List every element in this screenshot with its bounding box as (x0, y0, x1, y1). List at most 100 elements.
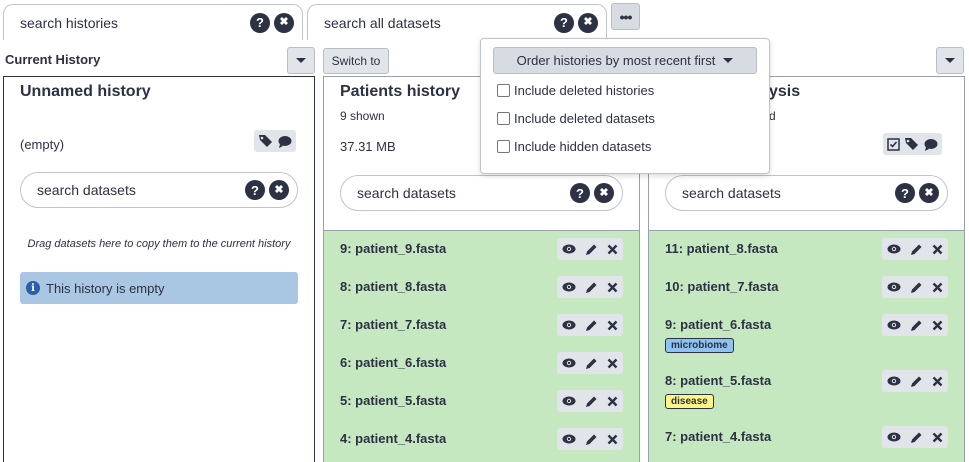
include-hidden-datasets-option[interactable]: Include hidden datasets (497, 139, 651, 154)
more-options-button[interactable]: ••• (611, 3, 640, 30)
tags-icon[interactable] (258, 134, 274, 148)
delete-icon[interactable] (932, 376, 943, 387)
history-title[interactable]: Patients history (340, 83, 460, 101)
pencil-icon[interactable] (585, 243, 598, 256)
delete-icon[interactable] (607, 320, 618, 331)
dataset-name[interactable]: 4: patient_4.fasta (340, 431, 446, 446)
delete-icon[interactable] (607, 244, 618, 255)
delete-icon[interactable] (932, 282, 943, 293)
dataset-name[interactable]: 9: patient_9.fasta (340, 241, 446, 256)
clear-icon[interactable]: ✖ (594, 183, 614, 203)
delete-icon[interactable] (607, 396, 618, 407)
dataset-item[interactable]: 6: patient_6.fasta (324, 345, 639, 383)
pencil-icon[interactable] (910, 319, 923, 332)
help-icon[interactable]: ? (250, 12, 270, 33)
dataset-search-input[interactable]: search datasets (682, 185, 891, 201)
eye-icon[interactable] (887, 432, 901, 442)
pencil-icon[interactable] (910, 431, 923, 444)
pencil-icon[interactable] (910, 243, 923, 256)
dataset-actions (557, 428, 623, 450)
dataset-search-field[interactable]: search datasets ? ✖ (20, 172, 298, 208)
dataset-name[interactable]: 11: patient_8.fasta (665, 241, 778, 256)
delete-icon[interactable] (932, 244, 943, 255)
clear-icon[interactable]: ✖ (274, 12, 294, 33)
dataset-name[interactable]: 5: patient_5.fasta (340, 393, 446, 408)
dataset-item[interactable]: 8: patient_8.fasta (324, 269, 639, 307)
eye-icon[interactable] (887, 282, 901, 292)
switch-to-button[interactable]: Switch to (323, 48, 389, 74)
dataset-name[interactable]: 10: patient_7.fasta (665, 279, 778, 294)
checkbox[interactable] (497, 140, 510, 153)
include-deleted-histories-option[interactable]: Include deleted histories (497, 83, 654, 98)
eye-icon[interactable] (562, 434, 576, 444)
history-search-field[interactable]: search histories ? ✖ (3, 4, 303, 40)
eye-icon[interactable] (562, 358, 576, 368)
pencil-icon[interactable] (585, 433, 598, 446)
history-title[interactable]: ysis (769, 83, 800, 101)
pencil-icon[interactable] (585, 281, 598, 294)
delete-icon[interactable] (932, 320, 943, 331)
help-icon[interactable]: ? (554, 12, 574, 33)
order-histories-dropdown[interactable]: Order histories by most recent first (493, 47, 757, 74)
eye-icon[interactable] (562, 320, 576, 330)
checkbox[interactable] (497, 112, 510, 125)
help-icon[interactable]: ? (570, 183, 590, 203)
clear-icon[interactable]: ✖ (919, 183, 939, 203)
include-deleted-datasets-option[interactable]: Include deleted datasets (497, 111, 655, 126)
pencil-icon[interactable] (585, 395, 598, 408)
pencil-icon[interactable] (910, 281, 923, 294)
comment-icon[interactable] (278, 135, 292, 148)
history-title[interactable]: Unnamed history (20, 83, 151, 101)
dataset-name[interactable]: 6: patient_6.fasta (340, 355, 446, 370)
dataset-name[interactable]: 8: patient_8.fasta (340, 279, 446, 294)
tag-badge[interactable]: disease (665, 394, 714, 409)
delete-icon[interactable] (607, 282, 618, 293)
checkbox[interactable] (497, 84, 510, 97)
eye-icon[interactable] (562, 282, 576, 292)
history-search-input[interactable]: search histories (20, 15, 246, 31)
dataset-search-input[interactable]: search datasets (357, 185, 566, 201)
help-icon[interactable]: ? (245, 180, 265, 200)
comment-icon[interactable] (924, 138, 938, 151)
dataset-item[interactable]: 7: patient_7.fasta (324, 307, 639, 345)
dataset-search-input[interactable]: search datasets (37, 182, 241, 198)
eye-icon[interactable] (562, 244, 576, 254)
history-status: (empty) (20, 137, 65, 152)
pencil-icon[interactable] (585, 319, 598, 332)
eye-icon[interactable] (887, 320, 901, 330)
dataset-search-field[interactable]: search all datasets ? ✖ (307, 4, 607, 40)
eye-icon[interactable] (887, 376, 901, 386)
delete-icon[interactable] (607, 358, 618, 369)
tag-badge[interactable]: microbiome (665, 338, 734, 353)
dataset-item[interactable]: 8: patient_5.fasta disease (649, 363, 964, 419)
dataset-item[interactable]: 11: patient_8.fasta (649, 231, 964, 269)
delete-icon[interactable] (932, 432, 943, 443)
dataset-name[interactable]: 7: patient_7.fasta (340, 317, 446, 332)
eye-icon[interactable] (562, 396, 576, 406)
history-menu-button[interactable] (936, 47, 964, 74)
dataset-search-input[interactable]: search all datasets (324, 15, 550, 31)
dataset-item[interactable]: 7: patient_4.fasta (649, 419, 964, 457)
dataset-item[interactable]: 5: patient_5.fasta (324, 383, 639, 421)
dataset-search-field[interactable]: search datasets ? ✖ (665, 175, 948, 211)
eye-icon[interactable] (887, 244, 901, 254)
clear-icon[interactable]: ✖ (269, 180, 289, 200)
dataset-name[interactable]: 9: patient_6.fasta (665, 317, 771, 332)
check-square-icon[interactable] (887, 137, 900, 151)
dataset-item[interactable]: 4: patient_4.fasta (324, 421, 639, 459)
tags-icon[interactable] (904, 137, 920, 151)
dataset-actions (882, 426, 948, 448)
help-icon[interactable]: ? (895, 183, 915, 203)
pencil-icon[interactable] (585, 357, 598, 370)
dataset-item[interactable]: 9: patient_6.fasta microbiome (649, 307, 964, 363)
delete-icon[interactable] (607, 434, 618, 445)
dataset-item[interactable]: 9: patient_9.fasta (324, 231, 639, 269)
current-history-menu-button[interactable] (287, 47, 315, 74)
pencil-icon[interactable] (910, 375, 923, 388)
dataset-item[interactable]: 10: patient_7.fasta (649, 269, 964, 307)
dataset-actions (557, 390, 623, 412)
clear-icon[interactable]: ✖ (578, 12, 598, 33)
dataset-name[interactable]: 7: patient_4.fasta (665, 429, 771, 444)
dataset-name[interactable]: 8: patient_5.fasta (665, 373, 771, 388)
dataset-search-field[interactable]: search datasets ? ✖ (340, 175, 623, 211)
